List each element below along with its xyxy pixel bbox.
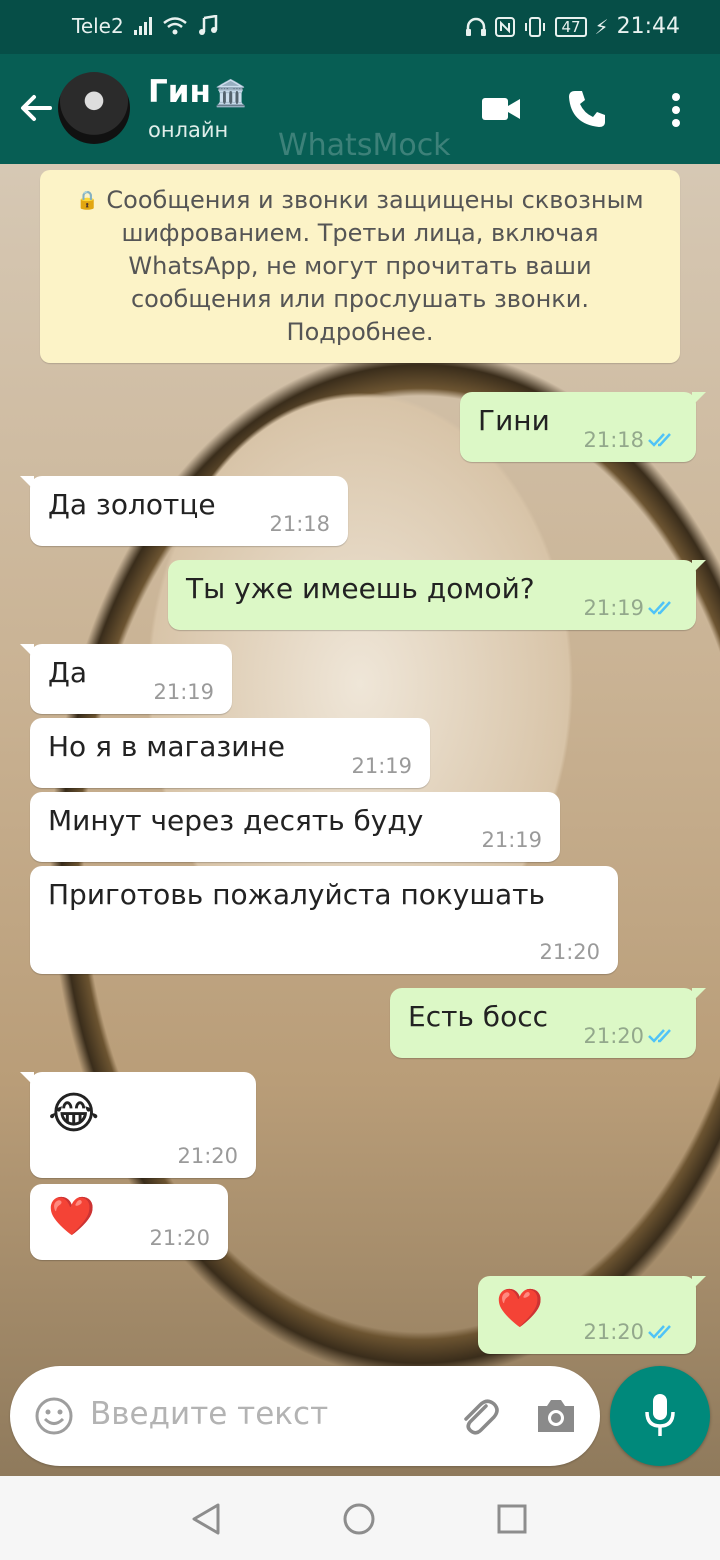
classical-building-icon: 🏛️ bbox=[214, 79, 248, 109]
message-bubble[interactable]: Да 21:19 bbox=[20, 644, 232, 714]
more-vert-icon[interactable] bbox=[668, 92, 684, 128]
arrow-left-icon[interactable] bbox=[16, 88, 56, 128]
charging-icon: ⚡ bbox=[594, 14, 609, 39]
message-bubble[interactable]: ❤️ 21:20 bbox=[478, 1276, 706, 1354]
chat-header: Гин 🏛️ онлайн WhatsMock bbox=[0, 54, 720, 164]
chat-area[interactable]: 🔒 Сообщения и звонки защищены сквозным ш… bbox=[0, 164, 720, 1476]
phone-icon[interactable] bbox=[566, 88, 608, 130]
wifi-icon bbox=[162, 17, 187, 35]
read-ticks-icon bbox=[648, 601, 671, 615]
read-ticks-icon bbox=[648, 1325, 671, 1339]
message-bubble[interactable]: 😂 21:20 bbox=[20, 1072, 256, 1178]
message-bubble[interactable]: Ты уже имеешь домой? 21:19 bbox=[168, 560, 706, 630]
nav-recents-icon[interactable] bbox=[496, 1503, 528, 1535]
video-call-icon[interactable] bbox=[480, 94, 522, 124]
battery-indicator: 47 bbox=[555, 16, 587, 37]
nav-back-icon[interactable] bbox=[190, 1502, 222, 1536]
status-bar: Tele2 47 ⚡ 21:44 bbox=[0, 0, 720, 54]
watermark: WhatsMock bbox=[278, 128, 451, 163]
microphone-icon bbox=[645, 1394, 675, 1436]
vibrate-icon bbox=[525, 16, 546, 37]
message-bubble[interactable]: Но я в магазине 21:19 bbox=[30, 718, 430, 788]
encryption-notice[interactable]: 🔒 Сообщения и звонки защищены сквозным ш… bbox=[40, 170, 680, 363]
message-composer: Введите текст bbox=[10, 1366, 600, 1466]
emoji-icon[interactable] bbox=[34, 1396, 74, 1436]
message-bubble[interactable]: Гини 21:18 bbox=[460, 392, 706, 462]
message-bubble[interactable]: Приготовь пожалуйста покушать 21:20 bbox=[30, 866, 618, 974]
message-bubble[interactable]: Да золотце 21:18 bbox=[20, 476, 348, 546]
lock-icon: 🔒 bbox=[76, 190, 99, 211]
message-bubble[interactable]: ❤️ 21:20 bbox=[30, 1184, 228, 1260]
read-ticks-icon bbox=[648, 433, 671, 447]
heart-emoji: ❤️ bbox=[496, 1286, 544, 1330]
contact-name[interactable]: Гин 🏛️ bbox=[148, 74, 247, 110]
camera-icon[interactable] bbox=[534, 1396, 578, 1436]
system-nav-bar bbox=[0, 1476, 720, 1560]
message-input[interactable]: Введите текст bbox=[90, 1396, 328, 1432]
signal-icon bbox=[133, 17, 152, 35]
contact-status: онлайн bbox=[148, 118, 229, 142]
avatar[interactable] bbox=[58, 72, 130, 144]
read-ticks-icon bbox=[648, 1029, 671, 1043]
message-bubble[interactable]: Минут через десять буду 21:19 bbox=[30, 792, 560, 862]
nav-home-icon[interactable] bbox=[342, 1502, 376, 1536]
laughing-emoji: 😂 bbox=[48, 1088, 100, 1139]
status-time: 21:44 bbox=[616, 14, 680, 39]
paperclip-icon[interactable] bbox=[456, 1394, 502, 1440]
message-bubble[interactable]: Есть босс 21:20 bbox=[390, 988, 706, 1058]
carrier-label: Tele2 bbox=[72, 14, 124, 38]
nfc-icon bbox=[495, 16, 516, 37]
heart-emoji: ❤️ bbox=[48, 1194, 96, 1238]
headphones-icon bbox=[466, 17, 487, 36]
music-note-icon bbox=[198, 15, 217, 35]
mic-button[interactable] bbox=[610, 1366, 710, 1466]
